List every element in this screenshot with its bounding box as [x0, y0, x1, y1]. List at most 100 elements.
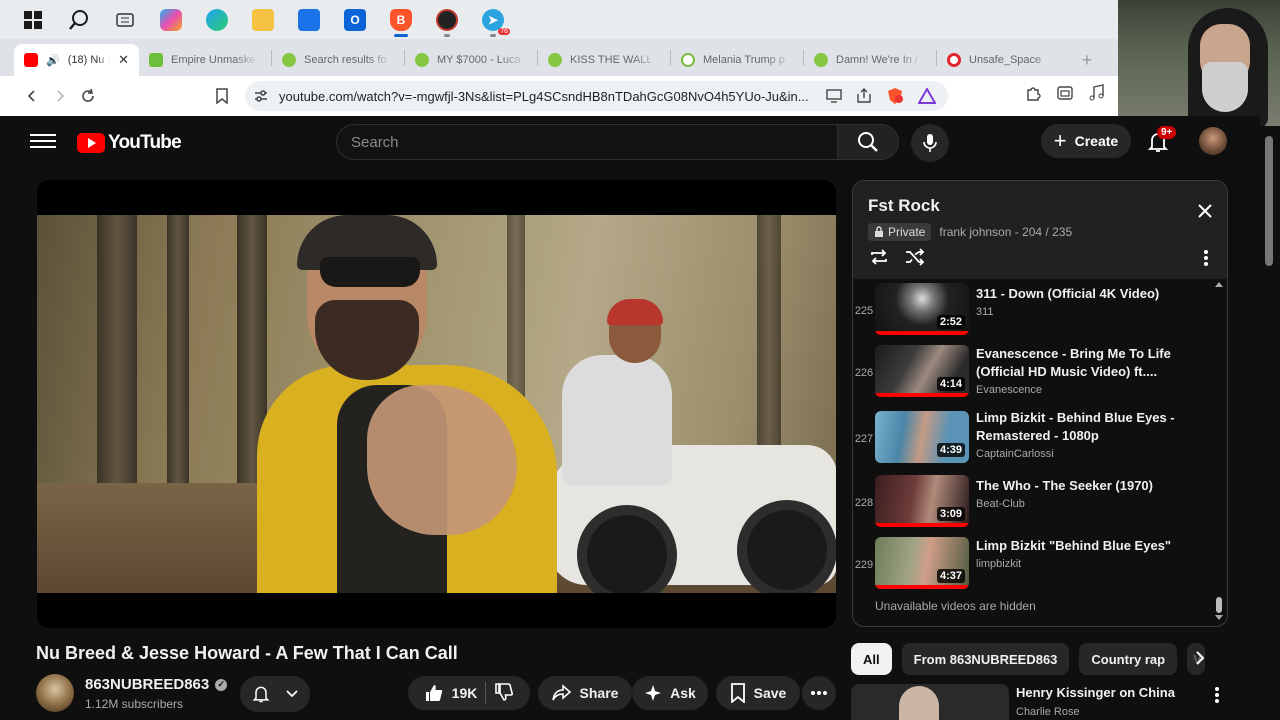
cast-icon[interactable]: [826, 89, 842, 106]
list-item[interactable]: 229 4:37 Limp Bizkit "Behind Blue Eyes" …: [853, 537, 1213, 599]
tab-kiss-the-wall[interactable]: KISS THE WALL: [538, 44, 670, 76]
private-badge: Private: [868, 223, 932, 241]
brave-rewards-icon[interactable]: [917, 86, 937, 107]
search-button[interactable]: [837, 124, 899, 160]
rumble-icon: [282, 53, 296, 67]
rumble-icon: [548, 53, 562, 67]
playlist-video-channel: 311: [976, 306, 994, 318]
list-item[interactable]: 228 3:09 The Who - The Seeker (1970) Bea…: [853, 475, 1213, 537]
outlook-icon[interactable]: O: [332, 0, 378, 39]
playlist-video-title: The Who - The Seeker (1970): [976, 478, 1153, 493]
media-icon[interactable]: [1088, 84, 1106, 107]
playlist-video-channel: Evanescence: [976, 384, 1043, 396]
speaker-icon[interactable]: 🔊: [46, 54, 60, 67]
recommendation-thumbnail[interactable]: [851, 684, 1009, 720]
subscription-notifications-button[interactable]: [240, 676, 310, 712]
share-label: Share: [579, 685, 619, 701]
browser-tab-strip: 🔊 (18) Nu B ✕ Empire Unmaske Search resu…: [0, 39, 1118, 76]
tab-search-results[interactable]: Search results fo: [272, 44, 404, 76]
playlist-header: Fst Rock Private frank johnson - 204 / 2…: [853, 181, 1227, 279]
youtube-header: YouTube + Create 9+: [0, 116, 1260, 168]
close-playlist-button[interactable]: [1197, 203, 1213, 224]
duration: 4:39: [936, 443, 965, 457]
playlist-scrollbar[interactable]: [1215, 281, 1223, 621]
hamburger-menu-icon[interactable]: [30, 130, 56, 154]
search-input[interactable]: [351, 133, 837, 151]
extensions-icon[interactable]: [1024, 84, 1042, 107]
chip-all[interactable]: All: [851, 643, 892, 675]
youtube-logo[interactable]: YouTube: [77, 132, 182, 154]
edge-icon[interactable]: [194, 0, 240, 39]
list-item[interactable]: 227 4:39 Limp Bizkit - Behind Blue Eyes …: [853, 410, 1213, 473]
bell-icon: [252, 686, 270, 703]
playlist-title[interactable]: Fst Rock: [868, 196, 940, 216]
microphone-icon: [923, 134, 937, 152]
back-button[interactable]: [18, 82, 46, 110]
playlist-index: 226: [854, 367, 874, 379]
page-scrollbar[interactable]: [1260, 126, 1280, 720]
share-icon[interactable]: [856, 88, 872, 107]
save-button[interactable]: Save: [716, 676, 800, 710]
list-item[interactable]: 226 4:14 Evanescence - Bring Me To Life …: [853, 345, 1213, 407]
ask-button[interactable]: Ask: [632, 676, 708, 710]
task-view-icon[interactable]: [102, 0, 148, 39]
voice-search-button[interactable]: [911, 124, 949, 162]
telegram-icon[interactable]: ➤ 76: [470, 0, 516, 39]
store-icon[interactable]: [286, 0, 332, 39]
dislike-button[interactable]: [494, 682, 514, 705]
shuffle-icon[interactable]: [904, 247, 926, 272]
video-player[interactable]: [37, 180, 836, 628]
address-bar[interactable]: youtube.com/watch?v=-mgwfjl-3Ns&list=PLg…: [245, 81, 948, 111]
lock-icon: [875, 226, 883, 237]
bookmark-icon[interactable]: [208, 82, 236, 110]
copilot-icon[interactable]: [148, 0, 194, 39]
playlist-index: 229: [854, 559, 874, 571]
like-button[interactable]: 19K: [424, 683, 477, 703]
windows-taskbar: O B ➤ 76: [0, 0, 1118, 39]
tab-title: Search results fo: [304, 54, 387, 66]
account-avatar[interactable]: [1199, 127, 1227, 155]
app-icon[interactable]: [424, 0, 470, 39]
tab-unsafe-space[interactable]: Unsafe_Space: [937, 44, 1069, 76]
close-icon[interactable]: ✕: [118, 52, 129, 68]
video-thumbnail: 4:14: [875, 345, 969, 397]
scrollbar-thumb[interactable]: [1265, 136, 1273, 266]
channel-name-row[interactable]: 863NUBREED863 ✓: [85, 676, 228, 693]
chip-country-rap[interactable]: Country rap: [1079, 643, 1178, 675]
duration: 4:37: [936, 569, 965, 583]
youtube-wordmark: YouTube: [108, 132, 182, 153]
chip-from-channel[interactable]: From 863NUBREED863: [901, 643, 1070, 675]
tab-title: MY $7000 - Luca: [437, 54, 521, 66]
create-label: Create: [1074, 133, 1119, 149]
duration: 3:09: [936, 507, 965, 521]
windows-start-icon[interactable]: [10, 0, 56, 39]
chevron-right-icon[interactable]: [1193, 650, 1207, 671]
more-vertical-icon[interactable]: [1214, 686, 1220, 709]
create-button[interactable]: + Create: [1041, 124, 1131, 158]
loop-icon[interactable]: [868, 247, 890, 272]
search-icon[interactable]: [56, 0, 102, 39]
forward-button[interactable]: [46, 82, 74, 110]
recommendation-title[interactable]: Henry Kissinger on China: [1016, 685, 1175, 700]
tab-youtube[interactable]: 🔊 (18) Nu B ✕: [14, 44, 139, 76]
file-explorer-icon[interactable]: [240, 0, 286, 39]
more-actions-button[interactable]: [802, 676, 836, 710]
tab-empire[interactable]: Empire Unmaske: [139, 44, 271, 76]
site-settings-icon[interactable]: [253, 88, 269, 104]
brave-shields-icon[interactable]: [886, 87, 904, 108]
youtube-icon: [24, 53, 38, 67]
playlist-items: 225 2:52 311 - Down (Official 4K Video) …: [853, 281, 1227, 589]
playlist-more-icon[interactable]: [1203, 249, 1209, 272]
share-button[interactable]: Share: [538, 676, 632, 710]
new-tab-button[interactable]: +: [1069, 44, 1105, 76]
reload-button[interactable]: [74, 82, 102, 110]
sidebar-icon[interactable]: [1056, 84, 1074, 107]
tab-melania[interactable]: Melania Trump p: [671, 44, 803, 76]
thumbs-up-icon: [425, 685, 442, 701]
list-item[interactable]: 225 2:52 311 - Down (Official 4K Video) …: [853, 283, 1213, 345]
tab-damn[interactable]: Damn! We're In /: [804, 44, 936, 76]
tab-my-7000[interactable]: MY $7000 - Luca: [405, 44, 537, 76]
brave-icon[interactable]: B: [378, 0, 424, 39]
ask-label: Ask: [670, 685, 696, 701]
channel-avatar[interactable]: [36, 674, 74, 712]
